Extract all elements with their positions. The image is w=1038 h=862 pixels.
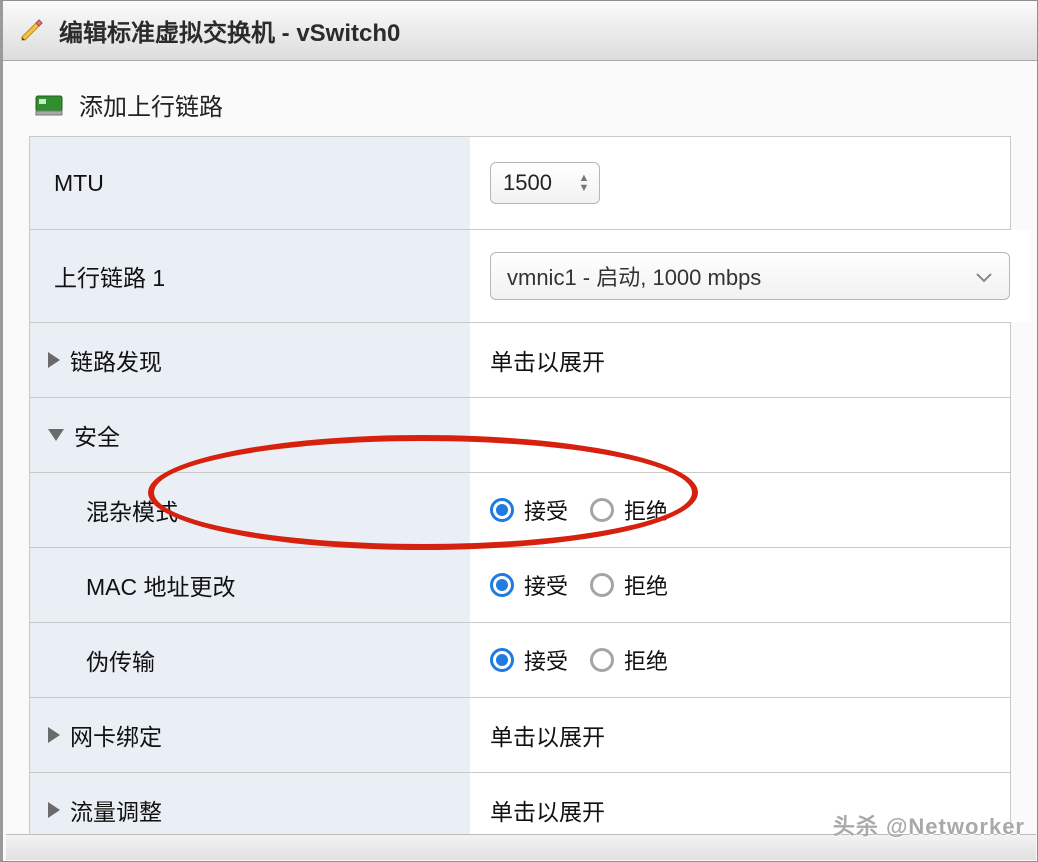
forged-radio-group: 接受 拒绝: [490, 644, 668, 676]
mtu-label: MTU: [54, 170, 104, 197]
triangle-right-icon: [48, 352, 60, 368]
mac-change-accept-radio[interactable]: 接受: [490, 569, 568, 601]
dialog-title: 编辑标准虚拟交换机 - vSwitch0: [59, 13, 400, 48]
triangle-down-icon: [48, 429, 64, 441]
mac-change-reject-radio[interactable]: 拒绝: [590, 569, 668, 601]
add-uplink-label: 添加上行链路: [79, 87, 223, 122]
link-discovery-twisty[interactable]: 链路发现: [48, 343, 162, 377]
link-discovery-label: 链路发现: [70, 343, 162, 377]
pencil-icon: [19, 18, 45, 44]
dialog-window: 编辑标准虚拟交换机 - vSwitch0 添加上行链路 MTU 1500: [0, 0, 1038, 862]
promiscuous-radio-group: 接受 拒绝: [490, 494, 668, 526]
row-forged: 伪传输 接受 拒绝: [30, 623, 1010, 698]
nic-teaming-twisty[interactable]: 网卡绑定: [48, 718, 162, 752]
row-promiscuous: 混杂模式 接受 拒绝: [30, 473, 1010, 548]
traffic-shaping-value: 单击以展开: [490, 793, 605, 827]
promiscuous-reject-radio[interactable]: 拒绝: [590, 494, 668, 526]
traffic-shaping-twisty[interactable]: 流量调整: [48, 793, 162, 827]
settings-form: MTU 1500 ▲ ▼ 上行链路 1 vmnic1 - 启动, 1000 m: [29, 136, 1011, 848]
triangle-right-icon: [48, 802, 60, 818]
mtu-value: 1500: [503, 170, 552, 196]
watermark-text: 头杀 @Networker: [833, 809, 1025, 841]
security-twisty[interactable]: 安全: [48, 418, 120, 452]
mac-change-label: MAC 地址更改: [86, 568, 236, 602]
promiscuous-accept-radio[interactable]: 接受: [490, 494, 568, 526]
link-discovery-value: 单击以展开: [490, 343, 605, 377]
uplink1-selected: vmnic1 - 启动, 1000 mbps: [507, 260, 761, 292]
title-bar: 编辑标准虚拟交换机 - vSwitch0: [3, 1, 1037, 61]
row-uplink1: 上行链路 1 vmnic1 - 启动, 1000 mbps: [30, 230, 1010, 323]
triangle-right-icon: [48, 727, 60, 743]
row-nic-teaming[interactable]: 网卡绑定 单击以展开: [30, 698, 1010, 773]
nic-teaming-value: 单击以展开: [490, 718, 605, 752]
row-link-discovery[interactable]: 链路发现 单击以展开: [30, 323, 1010, 398]
traffic-shaping-label: 流量调整: [70, 793, 162, 827]
security-label: 安全: [74, 418, 120, 452]
section-header[interactable]: 添加上行链路: [35, 87, 1011, 122]
promiscuous-label: 混杂模式: [86, 493, 178, 527]
row-security[interactable]: 安全: [30, 398, 1010, 473]
chevron-down-icon: [975, 263, 993, 289]
stepper-down-icon[interactable]: ▼: [577, 183, 591, 193]
nic-teaming-label: 网卡绑定: [70, 718, 162, 752]
forged-label: 伪传输: [86, 643, 155, 677]
uplink1-select[interactable]: vmnic1 - 启动, 1000 mbps: [490, 252, 1010, 300]
row-mac-change: MAC 地址更改 接受 拒绝: [30, 548, 1010, 623]
forged-accept-radio[interactable]: 接受: [490, 644, 568, 676]
uplink1-label: 上行链路 1: [54, 259, 165, 293]
forged-reject-radio[interactable]: 拒绝: [590, 644, 668, 676]
mac-change-radio-group: 接受 拒绝: [490, 569, 668, 601]
mtu-input[interactable]: 1500 ▲ ▼: [490, 162, 600, 204]
content-area: 添加上行链路 MTU 1500 ▲ ▼ 上行链路 1: [3, 61, 1037, 848]
mtu-stepper[interactable]: ▲ ▼: [577, 173, 591, 193]
nic-icon: [35, 93, 65, 117]
row-mtu: MTU 1500 ▲ ▼: [30, 137, 1010, 230]
